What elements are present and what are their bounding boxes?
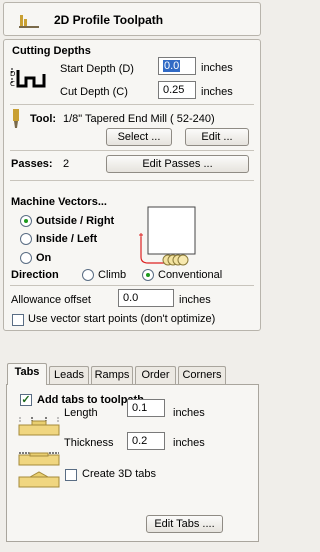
svg-text:D: D: [10, 70, 15, 78]
select-tool-button[interactable]: Select ...: [106, 128, 172, 146]
add-tabs-checkbox[interactable]: ✓: [20, 394, 32, 406]
divider: [10, 180, 254, 181]
inside-left-radio[interactable]: [20, 233, 32, 245]
tab-corners[interactable]: Corners: [178, 366, 226, 384]
inside-left-label[interactable]: Inside / Left: [36, 233, 97, 245]
on-label[interactable]: On: [36, 252, 51, 264]
divider: [10, 104, 254, 105]
length-input[interactable]: 0.1: [127, 399, 165, 417]
allowance-offset-units: inches: [179, 294, 211, 306]
tab-ramps[interactable]: Ramps: [91, 366, 133, 384]
edit-tabs-button[interactable]: Edit Tabs ....: [146, 515, 223, 533]
end-mill-icon: [13, 109, 19, 128]
divider: [10, 150, 254, 151]
profile-toolpath-icon: [19, 15, 39, 28]
thickness-label: Thickness: [64, 437, 114, 449]
edit-passes-button[interactable]: Edit Passes ...: [106, 155, 249, 173]
cutting-depths-heading: Cutting Depths: [12, 45, 91, 57]
tab-leads[interactable]: Leads: [49, 366, 89, 384]
climb-radio[interactable]: [82, 269, 94, 281]
climb-label[interactable]: Climb: [98, 269, 126, 281]
edit-tool-button[interactable]: Edit ...: [185, 128, 249, 146]
allowance-offset-input[interactable]: 0.0: [118, 289, 174, 307]
machine-vectors-preview-icon: [139, 206, 196, 266]
cut-depth-input[interactable]: 0.25: [158, 81, 196, 99]
tool-name: 1/8" Tapered End Mill ( 52-240): [63, 113, 215, 125]
divider: [10, 285, 254, 286]
vector-start-points-checkbox[interactable]: [12, 314, 24, 326]
length-label: Length: [64, 407, 98, 419]
vector-start-points-label[interactable]: Use vector start points (don't optimize): [28, 313, 215, 325]
start-depth-label: Start Depth (D): [60, 63, 134, 75]
allowance-offset-label: Allowance offset: [11, 294, 91, 306]
title-bar: 2D Profile Toolpath: [3, 2, 261, 36]
thickness-units: inches: [173, 437, 205, 449]
passes-label: Passes:: [11, 158, 53, 170]
tool-label: Tool:: [30, 113, 57, 125]
cut-depth-diagram-icon: D C: [10, 68, 46, 88]
tab-thickness-icon: [18, 452, 60, 466]
outside-right-label[interactable]: Outside / Right: [36, 215, 114, 227]
tab-order[interactable]: Order: [135, 366, 176, 384]
on-radio[interactable]: [20, 252, 32, 264]
svg-text:C: C: [10, 80, 15, 88]
machine-vectors-heading: Machine Vectors...: [11, 196, 107, 208]
tabs-panel: ✓ Add tabs to toolpath Length 0.1 inches…: [6, 384, 259, 542]
conventional-radio[interactable]: [142, 269, 154, 281]
direction-label: Direction: [11, 269, 59, 281]
start-depth-input[interactable]: 0.0: [158, 57, 196, 75]
main-settings-panel: Cutting Depths D C Start Depth (D) 0.0 i…: [3, 39, 261, 331]
start-depth-units: inches: [201, 62, 233, 74]
passes-count: 2: [63, 158, 70, 170]
tab-length-icon: [18, 417, 60, 436]
create-3d-tabs-label[interactable]: Create 3D tabs: [82, 468, 156, 480]
panel-title: 2D Profile Toolpath: [54, 13, 164, 27]
thickness-input[interactable]: 0.2: [127, 432, 165, 450]
cut-depth-units: inches: [201, 86, 233, 98]
length-units: inches: [173, 407, 205, 419]
tab-tabs[interactable]: Tabs: [7, 363, 47, 385]
conventional-label[interactable]: Conventional: [158, 269, 222, 281]
cut-depth-label: Cut Depth (C): [60, 86, 128, 98]
create-3d-tabs-checkbox[interactable]: [65, 469, 77, 481]
outside-right-radio[interactable]: [20, 215, 32, 227]
3d-tab-icon: [18, 471, 60, 488]
